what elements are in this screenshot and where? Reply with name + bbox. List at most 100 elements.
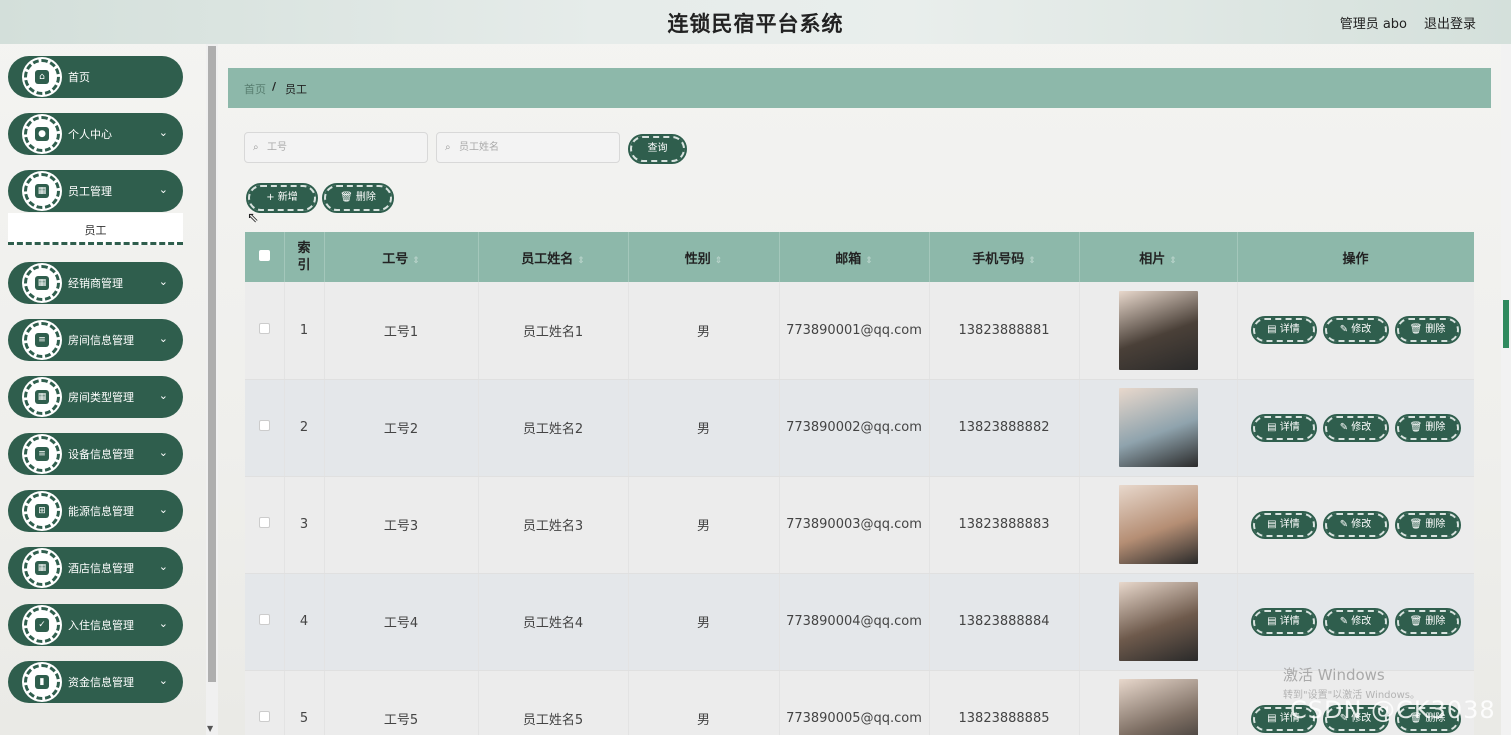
row-select-cell[interactable] bbox=[245, 379, 285, 477]
row-select-cell[interactable] bbox=[245, 282, 285, 380]
detail-button[interactable]: ▤ 详情 bbox=[1250, 510, 1317, 539]
sidebar-item-6[interactable]: ≡ 设备信息管理 ⌄ bbox=[8, 433, 183, 475]
cell-phone: 13823888882 bbox=[929, 379, 1080, 477]
cell-photo bbox=[1079, 573, 1238, 671]
detail-button[interactable]: ▤ 详情 bbox=[1250, 413, 1317, 442]
edit-button[interactable]: ✎ 修改 bbox=[1322, 510, 1389, 539]
grid-icon: ▦ bbox=[35, 390, 49, 404]
sidebar-item-5[interactable]: ▦ 房间类型管理 ⌄ bbox=[8, 376, 183, 418]
cell-gender: 男 bbox=[628, 476, 780, 574]
sidebar: ⌂ 首页 ● 个人中心 ⌄ ▦ 员工管理 ⌄ ▦ 经销商管理 ⌄ ≡ 房间信息管理 ⌄ ▦ 房间类型管理 ⌄ ≡ 设… bbox=[0, 44, 206, 735]
gear-frame-icon: ▮ bbox=[24, 664, 60, 700]
sidebar-item-2[interactable]: ▦ 员工管理 ⌄ bbox=[8, 170, 183, 212]
cell-email: 773890003@qq.com bbox=[779, 476, 930, 574]
employee-name-search-input[interactable]: ⌕ 员工姓名 bbox=[436, 132, 620, 163]
cell-employee-id: 工号4 bbox=[324, 573, 479, 671]
header-email[interactable]: 邮箱 ⇕ bbox=[779, 232, 930, 282]
edit-button[interactable]: ✎ 修改 bbox=[1322, 413, 1389, 442]
cell-employee-name: 员工姓名1 bbox=[478, 282, 629, 380]
cell-photo bbox=[1079, 379, 1238, 477]
gear-frame-icon: ≡ bbox=[24, 322, 60, 358]
table-header-row: 索引 工号 ⇕ 员工姓名 ⇕ 性别 ⇕ 邮箱 ⇕ 手机号码 ⇕ 相片 ⇕ 操作 bbox=[245, 232, 1474, 282]
edit-button[interactable]: ✎ 修改 bbox=[1322, 607, 1389, 636]
row-select-cell[interactable] bbox=[245, 573, 285, 671]
employee-id-search-input[interactable]: ⌕ 工号 bbox=[244, 132, 428, 163]
row-checkbox[interactable] bbox=[258, 420, 270, 431]
sort-icon[interactable]: ⇕ bbox=[577, 256, 585, 266]
sidebar-item-7[interactable]: ⊞ 能源信息管理 ⌄ bbox=[8, 490, 183, 532]
sidebar-scroll-thumb[interactable] bbox=[208, 46, 216, 682]
row-select-cell[interactable] bbox=[245, 670, 285, 735]
sort-icon[interactable]: ⇕ bbox=[865, 256, 873, 266]
gear-frame-icon: ≡ bbox=[24, 436, 60, 472]
gear-frame-icon: ✓ bbox=[24, 607, 60, 643]
detail-button[interactable]: ▤ 详情 bbox=[1250, 607, 1317, 636]
select-all-checkbox[interactable] bbox=[258, 249, 270, 261]
breadcrumb-home[interactable]: 首页 bbox=[244, 81, 266, 97]
employee-photo[interactable] bbox=[1118, 679, 1198, 735]
query-button[interactable]: 查询 bbox=[628, 134, 687, 164]
delete-button[interactable]: 🗑 删除 bbox=[1394, 607, 1461, 636]
cell-employee-name: 员工姓名2 bbox=[478, 379, 629, 477]
cell-employee-name: 员工姓名4 bbox=[478, 573, 629, 671]
employee-photo[interactable] bbox=[1118, 485, 1198, 564]
grid-icon: ▦ bbox=[35, 561, 49, 575]
employee-photo[interactable] bbox=[1118, 582, 1198, 661]
check-icon: ✓ bbox=[35, 618, 49, 632]
employee-photo[interactable] bbox=[1118, 290, 1198, 370]
sort-icon[interactable]: ⇕ bbox=[715, 256, 723, 266]
sidebar-item-1[interactable]: ● 个人中心 ⌄ bbox=[8, 113, 183, 155]
sort-icon[interactable]: ⇕ bbox=[412, 256, 420, 266]
cell-index: 2 bbox=[284, 379, 325, 477]
sidebar-item-9[interactable]: ✓ 入住信息管理 ⌄ bbox=[8, 604, 183, 646]
apps-icon: ⊞ bbox=[35, 504, 49, 518]
cell-actions: ▤ 详情 ✎ 修改 🗑 删除 bbox=[1237, 573, 1474, 671]
row-checkbox[interactable] bbox=[258, 322, 270, 334]
cell-index: 3 bbox=[284, 476, 325, 574]
chevron-down-icon: ⌄ bbox=[158, 503, 168, 516]
row-checkbox[interactable] bbox=[258, 711, 270, 722]
cell-phone: 13823888884 bbox=[929, 573, 1080, 671]
page-scroll-thumb[interactable] bbox=[1503, 300, 1509, 348]
header-phone[interactable]: 手机号码 ⇕ bbox=[929, 232, 1080, 282]
sidebar-item-3[interactable]: ▦ 经销商管理 ⌄ bbox=[8, 262, 183, 304]
cell-gender: 男 bbox=[628, 282, 780, 380]
select-all-cell[interactable] bbox=[245, 232, 285, 282]
scroll-down-icon[interactable]: ▼ bbox=[207, 724, 213, 733]
gear-frame-icon: ▦ bbox=[24, 173, 60, 209]
chevron-down-icon: ⌄ bbox=[158, 126, 168, 139]
header-photo[interactable]: 相片 ⇕ bbox=[1079, 232, 1238, 282]
detail-button[interactable]: ▤ 详情 bbox=[1250, 316, 1317, 345]
top-header: 连锁民宿平台系统 管理员 abo 退出登录 bbox=[0, 0, 1511, 44]
logout-link[interactable]: 退出登录 bbox=[1424, 13, 1476, 32]
sort-icon[interactable]: ⇕ bbox=[1169, 256, 1177, 266]
table-row: 2 工号2 员工姓名2 男 773890002@qq.com 13823888882 ▤ 详… bbox=[245, 379, 1474, 477]
employee-photo[interactable] bbox=[1118, 388, 1198, 467]
sidebar-item-0[interactable]: ⌂ 首页 bbox=[8, 56, 183, 98]
header-employee-name[interactable]: 员工姓名 ⇕ bbox=[478, 232, 629, 282]
row-checkbox[interactable] bbox=[258, 517, 270, 528]
batch-delete-button[interactable]: 🗑 删除 bbox=[322, 183, 394, 213]
edit-button[interactable]: ✎ 修改 bbox=[1322, 316, 1389, 345]
chevron-down-icon: ⌄ bbox=[158, 446, 168, 459]
cell-employee-id: 工号3 bbox=[324, 476, 479, 574]
header-employee-id[interactable]: 工号 ⇕ bbox=[324, 232, 479, 282]
row-checkbox[interactable] bbox=[258, 614, 270, 625]
delete-button[interactable]: 🗑 删除 bbox=[1394, 413, 1461, 442]
row-select-cell[interactable] bbox=[245, 476, 285, 574]
delete-button[interactable]: 🗑 删除 bbox=[1394, 316, 1461, 345]
sort-icon[interactable]: ⇕ bbox=[1028, 256, 1036, 266]
chevron-down-icon: ⌄ bbox=[158, 183, 168, 196]
page-scrollbar[interactable] bbox=[1501, 44, 1511, 735]
add-button[interactable]: + 新增 bbox=[246, 183, 318, 213]
sidebar-item-8[interactable]: ▦ 酒店信息管理 ⌄ bbox=[8, 547, 183, 589]
sidebar-item-10[interactable]: ▮ 资金信息管理 ⌄ bbox=[8, 661, 183, 703]
sidebar-item-4[interactable]: ≡ 房间信息管理 ⌄ bbox=[8, 319, 183, 361]
gear-frame-icon: ⊞ bbox=[24, 493, 60, 529]
sidebar-subitem-employee[interactable]: 员工 bbox=[8, 213, 183, 245]
header-gender[interactable]: 性别 ⇕ bbox=[628, 232, 780, 282]
sidebar-scrollbar[interactable]: ▼ bbox=[206, 44, 218, 735]
cell-employee-id: 工号1 bbox=[324, 282, 479, 380]
delete-button[interactable]: 🗑 删除 bbox=[1394, 510, 1461, 539]
cell-gender: 男 bbox=[628, 670, 780, 735]
